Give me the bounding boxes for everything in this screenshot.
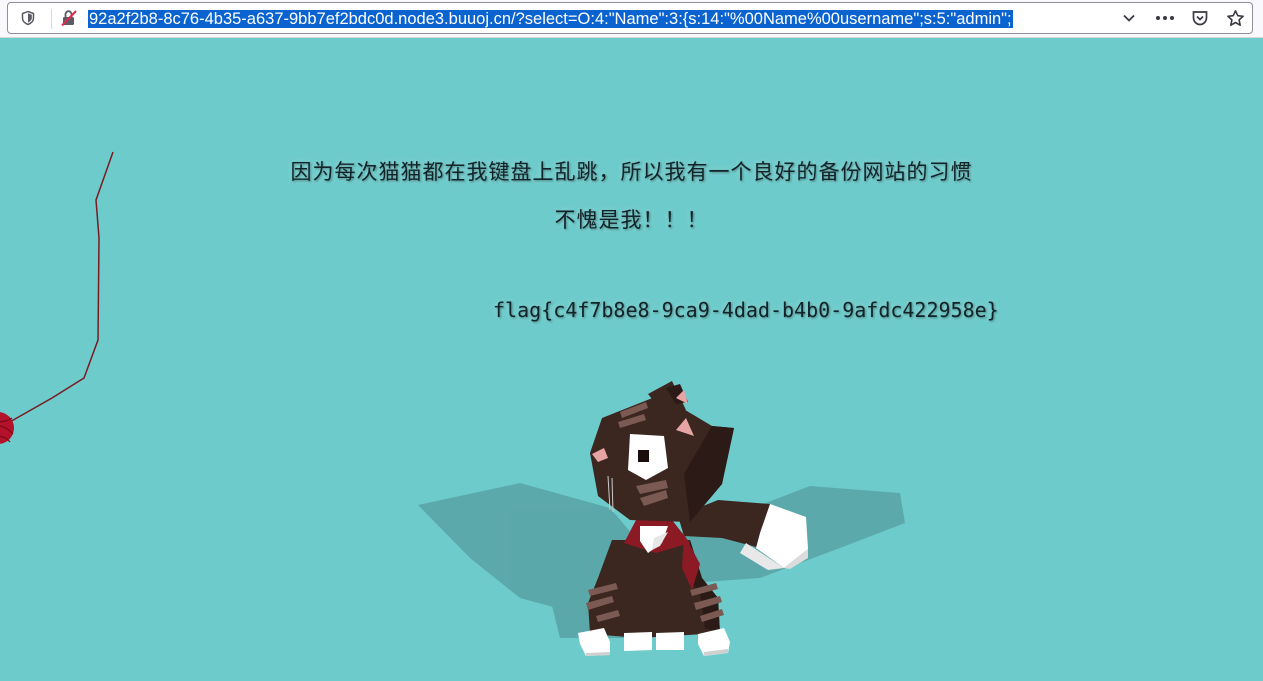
shield-icon[interactable] (16, 3, 40, 33)
page-content: 因为每次猫猫都在我键盘上乱跳，所以我有一个良好的备份网站的习惯 不愧是我！！！ … (0, 38, 1263, 681)
cat-head (590, 381, 734, 522)
bookmark-star-icon[interactable] (1222, 3, 1248, 33)
url-selected-text: 92a2f2b8-8c76-4b35-a637-9bb7ef2bdc0d.nod… (88, 10, 1013, 28)
cat-scene (0, 151, 905, 656)
yarn-string (7, 151, 114, 424)
url-text[interactable]: 92a2f2b8-8c76-4b35-a637-9bb7ef2bdc0d.nod… (88, 8, 1119, 30)
pocket-icon[interactable] (1187, 3, 1213, 33)
flag-text: flag{c4f7b8e8-9ca9-4dad-b4b0-9afdc422958… (493, 298, 999, 322)
more-icon[interactable] (1152, 3, 1178, 33)
browser-toolbar: 92a2f2b8-8c76-4b35-a637-9bb7ef2bdc0d.nod… (0, 0, 1263, 38)
chevron-down-icon[interactable] (1118, 3, 1140, 33)
insecure-lock-icon[interactable] (56, 3, 82, 33)
message-line-2: 不愧是我！！！ (554, 208, 709, 232)
urlbar-separator (51, 9, 52, 29)
message-line-1: 因为每次猫猫都在我键盘上乱跳，所以我有一个良好的备份网站的习惯 (290, 160, 973, 184)
url-bar[interactable]: 92a2f2b8-8c76-4b35-a637-9bb7ef2bdc0d.nod… (7, 2, 1253, 34)
yarn-ball-icon (0, 412, 14, 444)
